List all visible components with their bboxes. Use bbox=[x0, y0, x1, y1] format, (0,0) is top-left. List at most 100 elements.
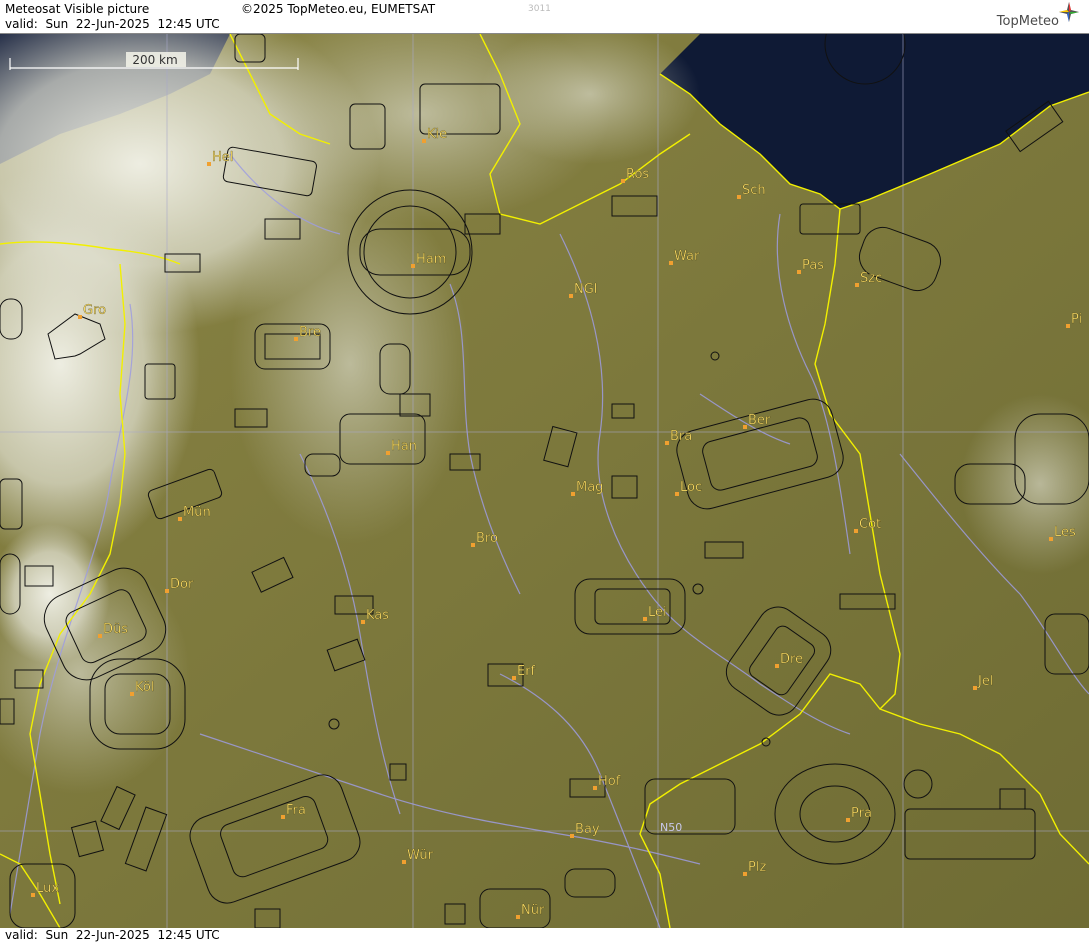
city-label: Bay bbox=[575, 822, 600, 837]
city-marker-gro: Gro bbox=[78, 303, 106, 319]
city-label: Pas bbox=[802, 258, 824, 273]
city-dot bbox=[669, 261, 673, 265]
city-label: Hof bbox=[598, 774, 621, 789]
city-label: Gro bbox=[83, 303, 106, 318]
city-label: Lei bbox=[648, 605, 667, 620]
city-label: Fra bbox=[286, 803, 306, 818]
scale-bar-label: 200 km bbox=[132, 53, 177, 67]
city-dot bbox=[402, 860, 406, 864]
city-marker-bra: Bra bbox=[665, 429, 692, 445]
city-label: Erf bbox=[517, 664, 536, 679]
city-marker-ham: Ham bbox=[411, 252, 447, 268]
city-label: Bre bbox=[299, 325, 321, 340]
city-marker-war: War bbox=[669, 249, 700, 265]
city-dot bbox=[675, 492, 679, 496]
city-dot bbox=[386, 451, 390, 455]
valid-label: valid: bbox=[5, 17, 38, 31]
valid-time: 12:45 UTC bbox=[157, 17, 220, 31]
map-header: Meteosat Visible picture ©2025 TopMeteo.… bbox=[0, 0, 1089, 34]
city-dot bbox=[1049, 537, 1053, 541]
city-dot bbox=[569, 294, 573, 298]
city-label: Jel bbox=[977, 674, 993, 689]
city-dot bbox=[570, 834, 574, 838]
city-marker-bay: Bay bbox=[570, 822, 600, 838]
city-dot bbox=[665, 441, 669, 445]
city-label: Loc bbox=[680, 480, 702, 495]
city-label: Han bbox=[391, 439, 417, 454]
city-marker-dre: Dre bbox=[775, 652, 803, 668]
city-dot bbox=[743, 872, 747, 876]
city-marker-hof: Hof bbox=[593, 774, 621, 790]
city-label: Cot bbox=[859, 517, 881, 532]
city-dot bbox=[797, 270, 801, 274]
city-label: Ros bbox=[626, 167, 649, 182]
city-label: Kie bbox=[427, 127, 447, 142]
city-dot bbox=[361, 620, 365, 624]
city-label: Mün bbox=[183, 505, 211, 520]
city-dot bbox=[178, 517, 182, 521]
city-dot bbox=[31, 893, 35, 897]
city-dot bbox=[1066, 324, 1070, 328]
valid-time-footer: valid: Sun 22-Jun-2025 12:45 UTC bbox=[5, 928, 220, 942]
city-dot bbox=[422, 139, 426, 143]
city-dot bbox=[846, 818, 850, 822]
city-marker-cot: Cot bbox=[854, 517, 881, 533]
city-marker-lux: Lux bbox=[31, 881, 59, 897]
city-marker-kas: Kas bbox=[361, 608, 389, 624]
city-dot bbox=[78, 315, 82, 319]
map-title: Meteosat Visible picture bbox=[5, 2, 150, 16]
valid-day: Sun bbox=[45, 17, 69, 31]
city-label: Nür bbox=[521, 903, 545, 918]
valid-time-header: valid: Sun 22-Jun-2025 12:45 UTC bbox=[5, 17, 220, 31]
city-label: Sch bbox=[742, 183, 766, 198]
city-dot bbox=[593, 786, 597, 790]
city-label: Kas bbox=[366, 608, 389, 623]
footer-valid-day: Sun bbox=[45, 928, 69, 942]
latitude-label-n50: N50 bbox=[660, 821, 682, 834]
city-marker-sch: Sch bbox=[737, 183, 766, 199]
city-label: Plz bbox=[748, 860, 766, 875]
city-dot bbox=[294, 337, 298, 341]
city-dot bbox=[281, 815, 285, 819]
city-marker-mün: Mün bbox=[178, 505, 211, 521]
topmeteo-logo-text: TopMeteo bbox=[996, 14, 1059, 29]
city-marker-han: Han bbox=[386, 439, 417, 455]
city-label: Bro bbox=[476, 531, 498, 546]
city-dot bbox=[512, 676, 516, 680]
city-dot bbox=[775, 664, 779, 668]
city-dot bbox=[643, 617, 647, 621]
city-dot bbox=[165, 589, 169, 593]
city-dot bbox=[621, 179, 625, 183]
city-label: NGl bbox=[574, 282, 597, 297]
valid-date: 22-Jun-2025 bbox=[75, 17, 150, 31]
city-label: Pi bbox=[1071, 312, 1082, 327]
city-marker-mag: Mag bbox=[571, 480, 604, 496]
city-label: War bbox=[674, 249, 700, 264]
city-dot bbox=[571, 492, 575, 496]
city-dot bbox=[737, 195, 741, 199]
footer-valid-date: 22-Jun-2025 bbox=[75, 928, 150, 942]
city-marker-dor: Dor bbox=[165, 577, 194, 593]
footer-valid-label: valid: bbox=[5, 928, 38, 942]
city-dot bbox=[471, 543, 475, 547]
city-marker-ber: Ber bbox=[743, 413, 771, 429]
satellite-map-canvas: 200 km N50 Kie Hel Ros Sch Ham War Pas Szc NGl Gr… bbox=[0, 34, 1089, 928]
city-marker-bro: Bro bbox=[471, 531, 498, 547]
city-dot bbox=[855, 283, 859, 287]
city-label: Hel bbox=[212, 150, 233, 165]
city-marker-düs: Düs bbox=[98, 622, 128, 638]
city-marker-ros: Ros bbox=[621, 167, 650, 183]
city-label: Dor bbox=[170, 577, 194, 592]
city-label: Les bbox=[1054, 525, 1076, 540]
satellite-map[interactable]: 200 km N50 Kie Hel Ros Sch Ham War Pas Szc NGl Gr… bbox=[0, 34, 1089, 928]
city-label: Mag bbox=[576, 480, 603, 495]
city-dot bbox=[973, 686, 977, 690]
map-footer: valid: Sun 22-Jun-2025 12:45 UTC bbox=[0, 928, 1089, 943]
city-dot bbox=[516, 915, 520, 919]
city-dot bbox=[98, 634, 102, 638]
city-label: Bra bbox=[670, 429, 692, 444]
city-marker-bre: Bre bbox=[294, 325, 321, 341]
city-label: Ham bbox=[416, 252, 446, 267]
copyright-text: ©2025 TopMeteo.eu, EUMETSAT bbox=[241, 2, 436, 16]
city-dot bbox=[743, 425, 747, 429]
